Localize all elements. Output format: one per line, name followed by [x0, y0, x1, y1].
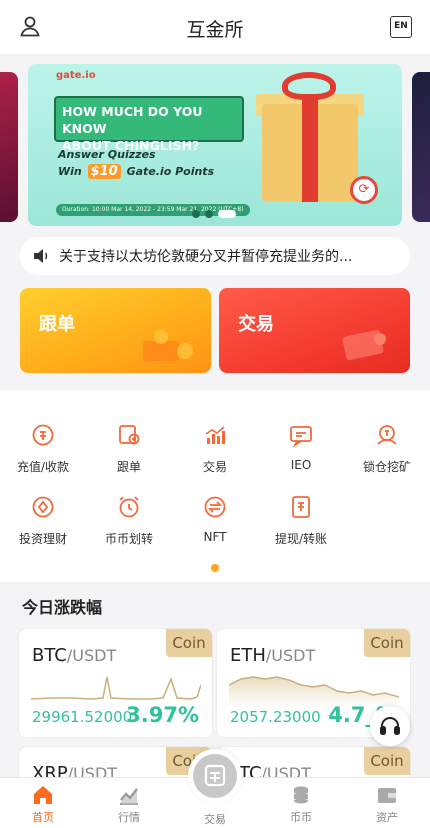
nft-icon: [204, 496, 226, 518]
carousel-dot-active[interactable]: [218, 210, 236, 218]
wallet-icon: [378, 788, 396, 803]
coin-tag: Coin: [364, 629, 410, 657]
gift-bow-illustration: [282, 72, 336, 100]
announcement-bar[interactable]: 关于支持以太坊伦敦硬分叉并暂停充提业务的...: [20, 237, 410, 275]
menu-item-withdraw[interactable]: 提现/转账: [258, 494, 344, 547]
banner-subtitle: Answer Quizzes: [58, 148, 156, 161]
tab-label: 币币: [290, 811, 312, 824]
menu-item-label: 充值/收款: [16, 460, 70, 474]
carousel-dot[interactable]: [192, 210, 200, 218]
coin-base: ETH: [230, 645, 266, 666]
trade-chart-icon: [205, 426, 225, 444]
eth-sparkline: [229, 676, 399, 707]
tab-market[interactable]: 行情: [99, 784, 159, 825]
tab-home[interactable]: 首页: [13, 784, 73, 825]
speaker-icon: [34, 249, 48, 263]
tab-coins[interactable]: 币币: [271, 784, 331, 825]
menu-item-lock-mining[interactable]: 锁仓挖矿: [344, 422, 430, 475]
banner-next-slide[interactable]: [412, 72, 430, 222]
coin-tag: Coin: [166, 629, 212, 657]
coin-price: 2057.23000: [230, 708, 321, 726]
menu-item-invest[interactable]: 投资理财: [0, 494, 86, 547]
trade-fab-button[interactable]: [188, 749, 242, 803]
banner-prize-amount: $10: [87, 164, 121, 179]
menu-item-label: 跟单: [116, 460, 141, 474]
menu-item-label: 币币划转: [104, 532, 153, 546]
coin-quote: /USDT: [265, 646, 316, 665]
menu-pager-dot: [211, 564, 219, 572]
gift-box-illustration: [262, 104, 358, 202]
banner-prize: Win $10 Gate.io Points: [58, 164, 214, 179]
banner-prev-slide[interactable]: [0, 72, 18, 222]
app-header: 互金所 EN: [0, 0, 430, 54]
coin-change: 3.97%: [126, 703, 199, 727]
gateio-logo: gate.io: [56, 70, 96, 81]
menu-item-label: NFT: [203, 530, 227, 544]
menu-item-label: 投资理财: [18, 532, 67, 546]
coin-quote: /USDT: [66, 646, 117, 665]
coin-price: 29961.52000: [32, 708, 133, 726]
menu-item-ieo[interactable]: IEO: [258, 422, 344, 472]
menu-item-label: IEO: [290, 458, 312, 472]
tab-assets[interactable]: 资产: [357, 784, 417, 825]
home-icon: [34, 786, 52, 804]
tab-label: 交易: [204, 813, 226, 826]
invest-icon: [32, 496, 54, 518]
banner-prize-suffix: Gate.io Points: [126, 165, 215, 178]
transfer-clock-icon: [119, 496, 139, 518]
coins-illustration-icon: [143, 330, 193, 361]
carousel-indicator: [192, 210, 236, 218]
menu-item-copy-trade[interactable]: 跟单: [86, 422, 172, 475]
announcement-text[interactable]: 关于支持以太坊伦敦硬分叉并暂停充提业务的...: [59, 246, 399, 266]
tab-label: 行情: [118, 811, 140, 824]
customer-support-button[interactable]: [370, 706, 410, 746]
deposit-icon: [32, 424, 54, 446]
tab-label: 资产: [376, 811, 398, 824]
market-icon: [120, 788, 138, 805]
coin-pair: ETH/USDT: [230, 645, 315, 666]
page-title: 互金所: [186, 19, 244, 41]
language-switch-icon[interactable]: EN: [390, 16, 412, 38]
trade-fab-inner: [193, 754, 237, 798]
menu-item-nft[interactable]: NFT: [172, 494, 258, 544]
headset-icon: [380, 717, 400, 735]
btc-sparkline: [31, 676, 201, 700]
banner-headline: HOW MUCH DO YOU KNOW ABOUT CHINGLISH?: [54, 96, 244, 153]
menu-item-label: 锁仓挖矿: [362, 460, 411, 474]
menu-item-trade[interactable]: 交易: [172, 422, 258, 475]
trade-card[interactable]: 交易: [219, 288, 410, 373]
banner-prize-prefix: Win: [58, 165, 82, 178]
carousel-dot[interactable]: [205, 210, 213, 218]
menu-item-transfer[interactable]: 币币划转: [86, 494, 172, 547]
copy-trade-card[interactable]: 跟单: [20, 288, 211, 373]
coin-pair: BTC/USDT: [32, 645, 116, 666]
function-menu: 充值/收款 跟单 交易 IEO 锁仓挖矿 投资理财 币币划转 NFT 提现/转账: [0, 390, 430, 582]
refresh-badge-icon: ⟳: [350, 176, 378, 204]
lock-mining-icon: [377, 425, 397, 445]
section-title: 今日涨跌幅: [22, 598, 103, 617]
banner-slide[interactable]: gate.io HOW MUCH DO YOU KNOW ABOUT CHING…: [28, 64, 402, 226]
copy-trade-card-label: 跟单: [39, 314, 75, 335]
coin-base: BTC: [32, 645, 67, 666]
laptop-illustration-icon: [342, 329, 386, 361]
tab-trade[interactable]: 交易: [185, 808, 245, 827]
withdraw-icon: [292, 496, 310, 518]
trade-card-label: 交易: [238, 314, 274, 335]
menu-item-label: 提现/转账: [274, 532, 328, 546]
copy-trade-icon: [119, 425, 140, 445]
coins-icon: [294, 786, 308, 804]
menu-item-label: 交易: [202, 460, 227, 474]
banner-headline-line1: HOW MUCH DO YOU KNOW: [62, 104, 203, 136]
tab-label: 首页: [32, 811, 54, 824]
ieo-chat-icon: [290, 426, 312, 448]
coin-tag: Coin: [364, 747, 410, 775]
coin-card-btc[interactable]: BTC/USDT Coin 29961.52000 3.97%: [18, 628, 213, 738]
trade-icon: [204, 764, 226, 787]
banner-carousel[interactable]: gate.io HOW MUCH DO YOU KNOW ABOUT CHING…: [0, 54, 430, 234]
menu-item-deposit[interactable]: 充值/收款: [0, 422, 86, 475]
